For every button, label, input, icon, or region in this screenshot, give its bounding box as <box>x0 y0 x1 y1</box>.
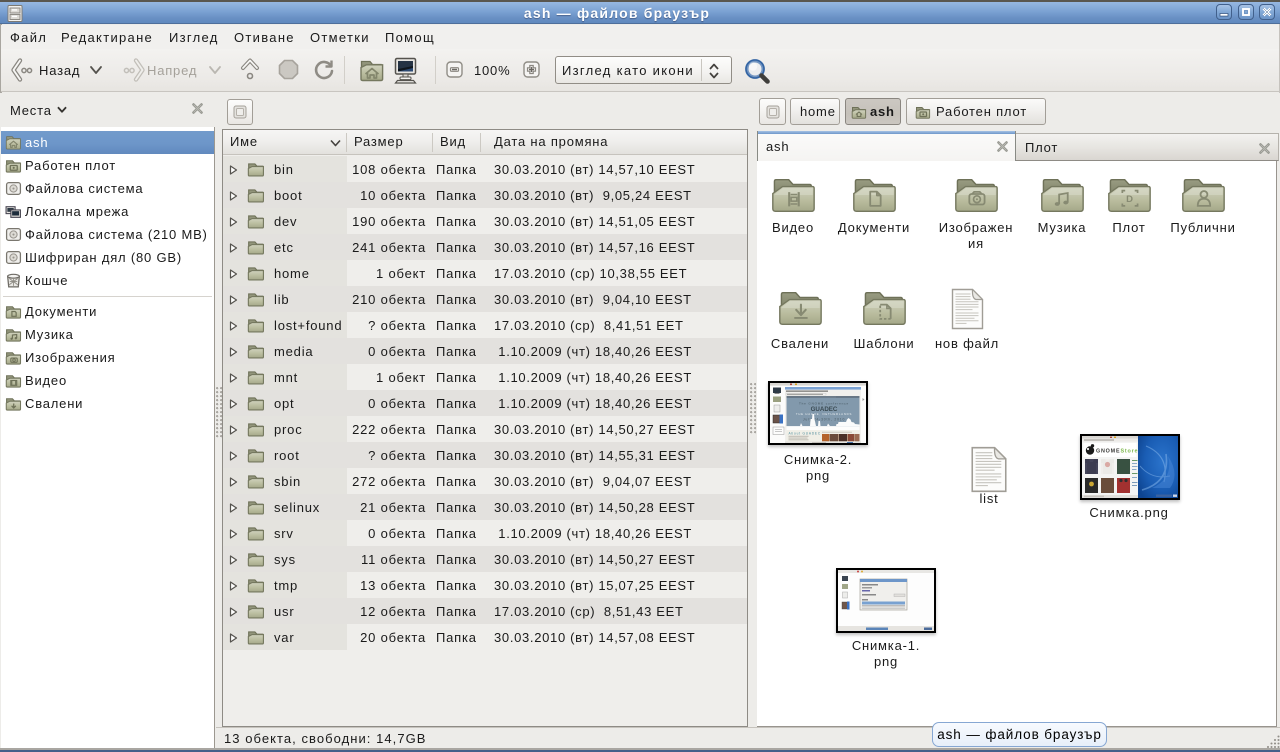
svg-text:Store: Store <box>1121 449 1139 455</box>
svg-text:D: D <box>1126 194 1134 205</box>
svg-text:THE HAGUE, NETHERLANDS: THE HAGUE, NETHERLANDS <box>796 412 852 416</box>
svg-text:July 24-30th, 2010: July 24-30th, 2010 <box>803 418 845 422</box>
svg-text:The GNOME conference: The GNOME conference <box>799 402 849 406</box>
svg-text:About GUADEC: About GUADEC <box>789 432 821 436</box>
svg-text:GNOME: GNOME <box>1096 449 1120 455</box>
